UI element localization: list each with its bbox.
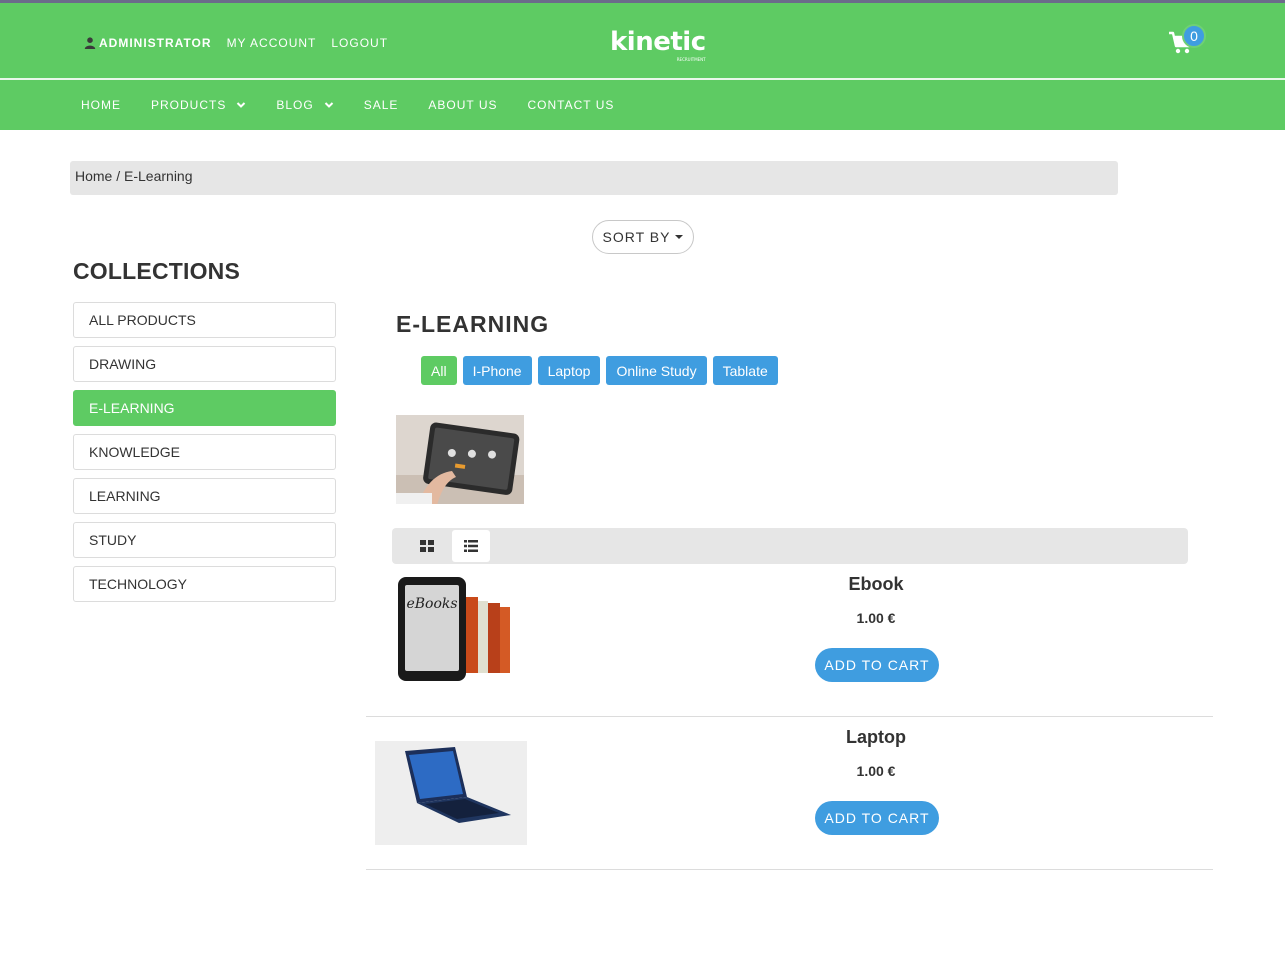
nav-products-label: PRODUCTS — [151, 98, 227, 112]
product-name[interactable]: Laptop — [366, 727, 1285, 748]
filter-i-phone[interactable]: I-Phone — [462, 356, 532, 385]
section-title: E-LEARNING — [396, 311, 550, 337]
top-header: ADMINISTRATOR MY ACCOUNT LOGOUT kinetic … — [0, 0, 1285, 78]
list-view-button[interactable] — [452, 530, 490, 562]
administrator-link[interactable]: ADMINISTRATOR — [84, 36, 212, 50]
nav-contact-us[interactable]: CONTACT US — [528, 98, 615, 112]
filter-tablate[interactable]: Tablate — [712, 356, 778, 385]
category-banner-image — [396, 415, 524, 509]
chevron-down-icon — [324, 102, 333, 108]
collection-learning[interactable]: LEARNING — [73, 478, 336, 514]
filter-buttons: All I-Phone Laptop Online Study Tablate — [421, 356, 778, 385]
nav-home[interactable]: HOME — [81, 98, 121, 112]
collection-all-products[interactable]: ALL PRODUCTS — [73, 302, 336, 338]
main-navigation: HOME PRODUCTS BLOG SALE ABOUT US CONTACT… — [0, 78, 1285, 130]
nav-sale-label: SALE — [363, 98, 399, 112]
collection-drawing[interactable]: DRAWING — [73, 346, 336, 382]
my-account-link[interactable]: MY ACCOUNT — [227, 36, 317, 50]
filter-laptop[interactable]: Laptop — [537, 356, 601, 385]
filter-online-study[interactable]: Online Study — [606, 356, 707, 385]
nav-about-us-label: ABOUT US — [428, 98, 498, 112]
collections-title: COLLECTIONS — [73, 258, 241, 284]
user-links: ADMINISTRATOR MY ACCOUNT LOGOUT — [84, 36, 388, 50]
nav-home-label: HOME — [81, 98, 121, 112]
logo-text: kinetic — [610, 27, 706, 57]
filter-all[interactable]: All — [421, 356, 457, 385]
collection-study[interactable]: STUDY — [73, 522, 336, 558]
product-name[interactable]: Ebook — [366, 574, 1285, 595]
tablet-hand-image — [396, 415, 524, 509]
nav-products[interactable]: PRODUCTS — [151, 98, 246, 112]
nav-sale[interactable]: SALE — [364, 98, 399, 112]
collection-technology[interactable]: TECHNOLOGY — [73, 566, 336, 602]
sort-by-label: SORT BY — [602, 229, 671, 245]
nav-about-us[interactable]: ABOUT US — [428, 98, 497, 112]
product-row: eBooks Ebook 1.00 € ADD TO CART — [366, 565, 1213, 717]
collection-knowledge[interactable]: KNOWLEDGE — [73, 434, 336, 470]
product-row: Laptop 1.00 € ADD TO CART — [366, 718, 1213, 870]
product-price: 1.00 € — [856, 610, 896, 626]
view-toggle-bar — [392, 528, 1188, 564]
collections-list: ALL PRODUCTS DRAWING E-LEARNING KNOWLEDG… — [73, 302, 336, 610]
add-to-cart-button[interactable]: ADD TO CART — [815, 648, 939, 682]
grid-icon — [420, 540, 434, 552]
chevron-down-icon — [237, 102, 246, 108]
user-icon — [84, 37, 96, 49]
list-icon — [464, 540, 478, 552]
collection-e-learning[interactable]: E-LEARNING — [73, 390, 336, 426]
kinetic-logo[interactable]: kinetic RECRUITMENT — [610, 27, 706, 62]
grid-view-button[interactable] — [408, 530, 446, 562]
sort-by-dropdown[interactable]: SORT BY — [592, 220, 694, 254]
administrator-label: ADMINISTRATOR — [99, 36, 212, 50]
nav-blog[interactable]: BLOG — [276, 98, 333, 112]
laptop-product-image[interactable] — [375, 741, 527, 845]
nav-blog-label: BLOG — [276, 98, 314, 112]
caret-down-icon — [675, 235, 684, 239]
add-to-cart-button[interactable]: ADD TO CART — [815, 801, 939, 835]
logo-subtext: RECRUITMENT — [676, 57, 706, 62]
logout-link[interactable]: LOGOUT — [331, 36, 388, 50]
cart-count-badge: 0 — [1182, 24, 1206, 48]
product-price: 1.00 € — [856, 763, 896, 779]
nav-contact-us-label: CONTACT US — [527, 98, 615, 112]
breadcrumb[interactable]: Home / E-Learning — [70, 161, 1118, 195]
